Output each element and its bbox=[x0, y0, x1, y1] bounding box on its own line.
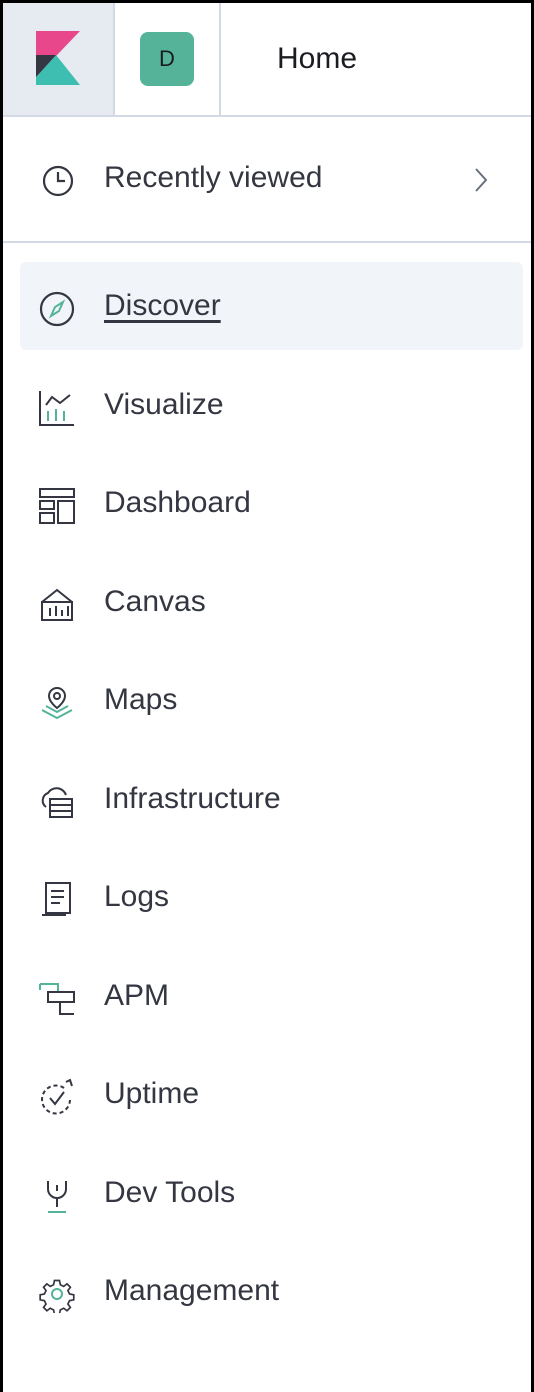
uptime-icon bbox=[41, 1078, 73, 1115]
infrastructure-icon bbox=[41, 787, 73, 818]
recently-viewed-label: Recently viewed bbox=[104, 161, 323, 194]
nav-item-label: Dashboard bbox=[104, 486, 251, 519]
nav-item-label: Canvas bbox=[104, 585, 206, 618]
nav-item-visualize[interactable]: Visualize bbox=[20, 361, 523, 449]
map-pin-icon bbox=[41, 686, 73, 720]
visualize-icon bbox=[39, 391, 74, 426]
nav-item-label: Management bbox=[104, 1274, 280, 1307]
nav-item-management[interactable]: Management bbox=[20, 1247, 523, 1335]
nav-item-label: Visualize bbox=[104, 388, 224, 421]
space-selector[interactable]: D bbox=[115, 3, 221, 115]
recently-viewed-toggle[interactable]: Recently viewed bbox=[3, 119, 531, 243]
nav-item-uptime[interactable]: Uptime bbox=[20, 1050, 523, 1138]
nav-item-dashboard[interactable]: Dashboard bbox=[20, 459, 523, 547]
nav-item-label: Uptime bbox=[104, 1077, 200, 1110]
breadcrumb-home[interactable]: Home bbox=[277, 42, 357, 76]
logs-icon bbox=[42, 882, 71, 916]
nav-item-dev-tools[interactable]: Dev Tools bbox=[20, 1149, 523, 1237]
chevron-right-icon bbox=[475, 168, 488, 192]
nav-item-apm[interactable]: APM bbox=[20, 952, 523, 1040]
gear-icon bbox=[39, 1279, 75, 1313]
nav-item-logs[interactable]: Logs bbox=[20, 853, 523, 941]
apm-icon bbox=[39, 983, 75, 1015]
nav-item-label: APM bbox=[104, 979, 170, 1012]
nav-item-infrastructure[interactable]: Infrastructure bbox=[20, 755, 523, 843]
nav-item-label: Discover bbox=[104, 289, 221, 322]
nav-item-label: Maps bbox=[104, 683, 178, 716]
canvas-icon bbox=[41, 588, 73, 621]
dev-tools-icon bbox=[47, 1181, 67, 1213]
compass-icon bbox=[39, 291, 75, 327]
header-bar: D Home bbox=[3, 3, 531, 117]
nav-item-canvas[interactable]: Canvas bbox=[20, 558, 523, 646]
space-avatar: D bbox=[140, 32, 194, 86]
kibana-logo-icon bbox=[36, 31, 80, 85]
nav-item-label: Dev Tools bbox=[104, 1176, 236, 1209]
dashboard-icon bbox=[39, 488, 75, 524]
clock-icon bbox=[42, 165, 74, 197]
nav-item-label: Infrastructure bbox=[104, 782, 281, 815]
nav-item-maps[interactable]: Maps bbox=[20, 656, 523, 744]
nav-item-discover[interactable]: Discover bbox=[20, 262, 523, 350]
kibana-logo-button[interactable] bbox=[3, 3, 115, 115]
nav-item-label: Logs bbox=[104, 880, 170, 913]
